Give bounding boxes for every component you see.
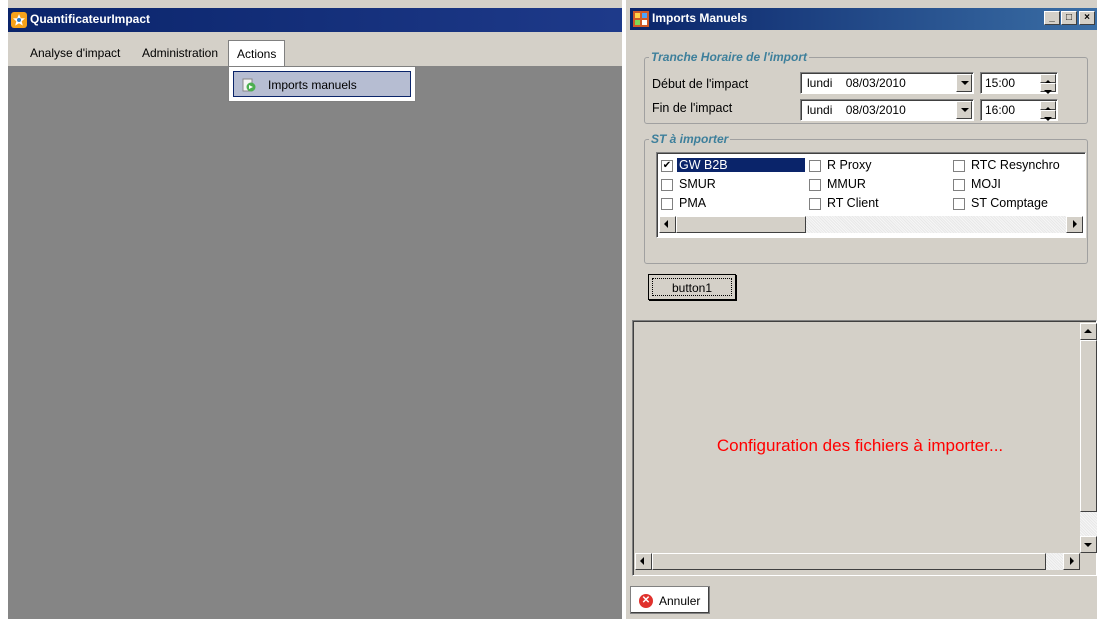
panel-vscrollbar[interactable] (1080, 323, 1097, 553)
checkbox-icon[interactable] (661, 198, 673, 210)
end-date-value: lundi 08/03/2010 (807, 103, 906, 117)
spin-down-icon[interactable] (1040, 83, 1056, 94)
chevron-down-icon[interactable] (956, 101, 972, 119)
st-item-label: GW B2B (677, 158, 805, 172)
checkbox-icon[interactable] (809, 198, 821, 210)
spin-up-icon[interactable] (1040, 74, 1056, 84)
start-time-spinner[interactable]: 15:00 (980, 72, 1058, 94)
scroll-thumb[interactable] (1080, 340, 1097, 512)
window-edge (0, 0, 8, 619)
scroll-right-icon[interactable] (1066, 216, 1083, 233)
scroll-left-icon[interactable] (659, 216, 676, 233)
st-list-hscrollbar[interactable] (659, 216, 1083, 233)
menu-analyse-impact[interactable]: Analyse d'impact (22, 40, 128, 66)
st-item-label: RT Client (827, 196, 879, 210)
end-time-spin-buttons[interactable] (1040, 101, 1056, 121)
st-item-label: R Proxy (827, 158, 872, 172)
end-label: Fin de l'impact (652, 101, 733, 115)
button1[interactable]: button1 (648, 274, 736, 300)
st-import-legend: ST à importer (651, 132, 729, 146)
close-button[interactable]: × (1079, 11, 1095, 25)
scroll-thumb[interactable] (676, 216, 806, 233)
end-date-picker[interactable]: lundi 08/03/2010 (800, 99, 974, 121)
scroll-down-icon[interactable] (1080, 536, 1097, 553)
checkbox-icon[interactable] (661, 179, 673, 191)
spin-up-icon[interactable] (1040, 101, 1056, 111)
checkbox-icon[interactable] (953, 160, 965, 172)
menu-item-imports-manuels[interactable]: Imports manuels (233, 71, 411, 97)
menu-bar: Analyse d'impact Administration Actions (8, 40, 622, 66)
cancel-button[interactable]: ✕ Annuler (630, 586, 710, 614)
import-arrow-icon (242, 78, 256, 92)
start-label: Début de l'impact (652, 77, 749, 91)
scroll-up-icon[interactable] (1080, 323, 1097, 340)
st-item-label: RTC Resynchro (971, 158, 1060, 172)
app-star-icon (11, 12, 27, 28)
mdi-client-area (8, 66, 622, 619)
dialog-title: Imports Manuels (652, 11, 748, 25)
chevron-down-icon[interactable] (956, 74, 972, 92)
main-title-bar[interactable]: QuantificateurImpact (8, 8, 622, 32)
scroll-thumb[interactable] (652, 553, 1046, 570)
checkbox-checked-icon[interactable]: ✔ (661, 160, 673, 172)
button1-label: button1 (652, 278, 732, 296)
st-item-label: SMUR (679, 177, 716, 191)
scroll-left-icon[interactable] (635, 553, 652, 570)
checkbox-icon[interactable] (809, 160, 821, 172)
st-checked-list[interactable]: ✔ GW B2B SMUR PMA R Proxy MMUR RT Client… (656, 152, 1086, 238)
st-item-label: MMUR (827, 177, 866, 191)
actions-dropdown: Imports manuels (228, 66, 416, 102)
menu-administration[interactable]: Administration (134, 40, 226, 66)
end-time-spinner[interactable]: 16:00 (980, 99, 1058, 121)
main-window-title: QuantificateurImpact (30, 12, 151, 26)
st-item-label: ST Comptage (971, 196, 1048, 210)
config-message: Configuration des fichiers à importer... (716, 436, 1004, 455)
checkbox-icon[interactable] (953, 179, 965, 191)
menu-item-label: Imports manuels (268, 78, 357, 92)
spin-down-icon[interactable] (1040, 110, 1056, 121)
start-time-value: 15:00 (985, 76, 1016, 90)
cancel-icon: ✕ (639, 594, 653, 608)
checkbox-icon[interactable] (953, 198, 965, 210)
checkbox-icon[interactable] (809, 179, 821, 191)
start-date-value: lundi 08/03/2010 (807, 76, 906, 90)
dialog-title-bar[interactable]: Imports Manuels _ □ × (630, 8, 1097, 30)
end-time-value: 16:00 (985, 103, 1016, 117)
start-date-picker[interactable]: lundi 08/03/2010 (800, 72, 974, 94)
minimize-button[interactable]: _ (1044, 11, 1060, 25)
menu-actions[interactable]: Actions (228, 40, 286, 66)
maximize-button[interactable]: □ (1061, 11, 1077, 25)
dialog-window-icon (633, 11, 649, 27)
st-item-label: MOJI (971, 177, 1001, 191)
start-time-spin-buttons[interactable] (1040, 74, 1056, 94)
scroll-right-icon[interactable] (1063, 553, 1080, 570)
panel-hscrollbar[interactable] (635, 553, 1080, 570)
time-range-legend: Tranche Horaire de l'import (651, 50, 808, 64)
cancel-label: Annuler (659, 594, 701, 608)
st-item-label: PMA (679, 196, 707, 210)
